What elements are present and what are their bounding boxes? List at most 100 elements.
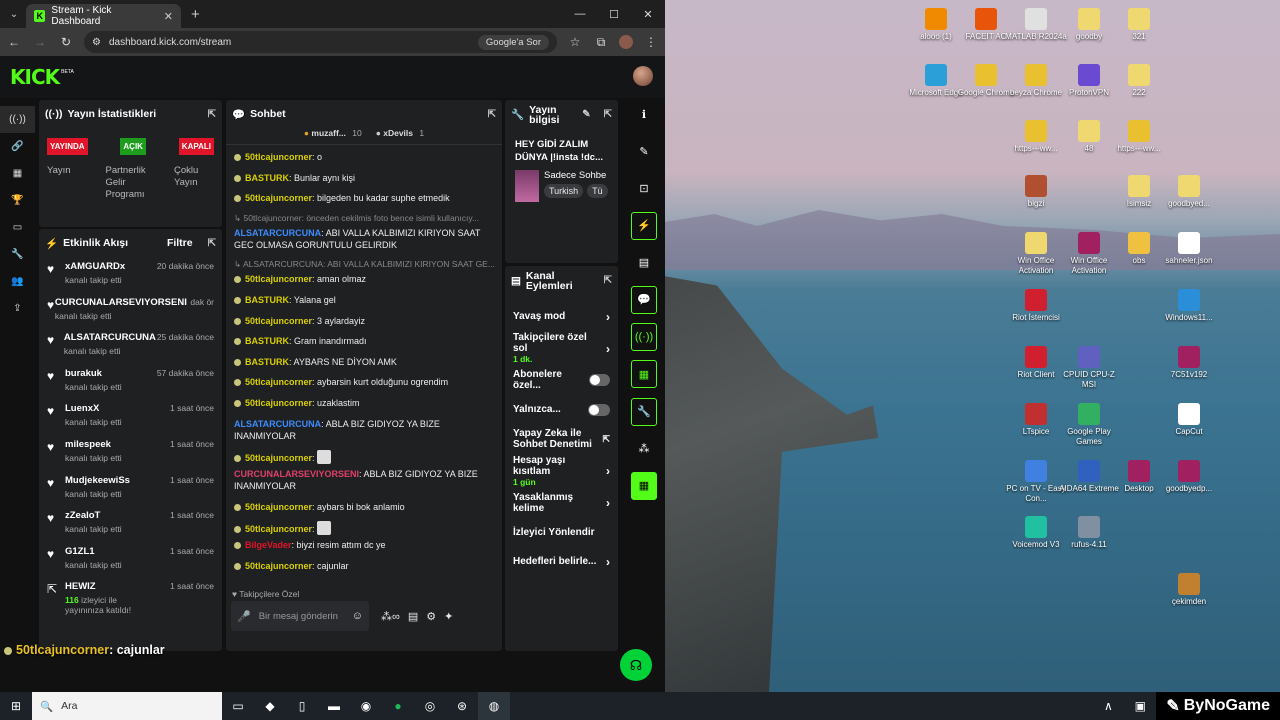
- toggle-switch[interactable]: [588, 374, 610, 387]
- site-info-icon[interactable]: ⚙: [92, 37, 101, 48]
- settings-icon[interactable]: ⚙: [426, 610, 436, 623]
- desktop-icon[interactable]: CapCut: [1158, 403, 1220, 437]
- filter-button[interactable]: Filtre: [167, 237, 193, 249]
- chat-username[interactable]: 50tlcajuncorner: [245, 193, 312, 203]
- chat-input[interactable]: 🎤 Bir mesaj gönderin ☺: [231, 601, 369, 631]
- store-icon[interactable]: ▤: [408, 610, 418, 623]
- badge-icon[interactable]: ✦: [444, 610, 453, 623]
- desktop-icon[interactable]: CPUID CPU-Z MSI: [1058, 346, 1120, 390]
- feed-user[interactable]: burakuk: [65, 368, 152, 379]
- chat-username[interactable]: 50tlcajuncorner: [245, 453, 312, 463]
- explorer-icon[interactable]: ▬: [318, 692, 350, 720]
- edit-icon[interactable]: ✎: [627, 137, 661, 165]
- chat-icon[interactable]: 💬: [631, 285, 657, 314]
- browser-tab[interactable]: K Stream - Kick Dashboard ✕: [26, 4, 181, 28]
- channel-action[interactable]: Abonelere özel...: [505, 366, 618, 396]
- nav-media-icon[interactable]: ▭: [0, 214, 35, 241]
- channel-action[interactable]: Yavaş mod ›: [505, 302, 618, 332]
- channel-action[interactable]: Hesap yaşı kısıtlam 1 gün ›: [505, 454, 618, 488]
- spotify-icon[interactable]: ●: [382, 692, 414, 720]
- chat-username[interactable]: 50tlcajuncorner: [245, 377, 312, 387]
- feed-user[interactable]: milespeek: [65, 439, 152, 450]
- feed-user[interactable]: HEWIZ: [65, 581, 152, 592]
- discord-icon[interactable]: ◉: [350, 692, 382, 720]
- desktop-icon[interactable]: goodbyed...: [1158, 175, 1220, 209]
- start-icon[interactable]: ⊞: [0, 692, 32, 720]
- feed-user[interactable]: LuenxX: [65, 403, 152, 414]
- nav-link-icon[interactable]: 🔗: [0, 133, 35, 160]
- steam-icon[interactable]: ⊛: [446, 692, 478, 720]
- channel-action[interactable]: Yalnızca...: [505, 395, 618, 425]
- desktop-icon[interactable]: sahneler.json: [1158, 232, 1220, 266]
- tag[interactable]: Turkish: [544, 184, 584, 198]
- tray-chevron-icon[interactable]: ∧: [1092, 692, 1124, 720]
- close-window-icon[interactable]: ✕: [631, 0, 665, 28]
- popout-icon[interactable]: ⇱: [488, 109, 496, 120]
- bookmark-star-icon[interactable]: ☆: [567, 35, 583, 49]
- feed-user[interactable]: xAMGUARDx: [65, 261, 152, 272]
- desktop-icon[interactable]: https---ww...: [1108, 120, 1170, 154]
- new-tab-icon[interactable]: +: [191, 6, 200, 23]
- tab-close-icon[interactable]: ✕: [164, 10, 173, 23]
- chat-username[interactable]: ALSATARCURCUNA: [234, 228, 321, 238]
- minimize-icon[interactable]: —: [563, 0, 597, 28]
- tools-rail-icon[interactable]: 🔧: [631, 397, 657, 426]
- taskbar-search[interactable]: 🔍 Ara: [32, 692, 222, 720]
- desktop-icon[interactable]: goodbyedp...: [1158, 460, 1220, 494]
- app-icon[interactable]: ◎: [414, 692, 446, 720]
- browser-menu-icon[interactable]: ⋮: [643, 35, 659, 49]
- chat-username[interactable]: BilgeVader: [245, 540, 292, 550]
- channel-action[interactable]: Takipçilere özel sol 1 dk. ›: [505, 332, 618, 366]
- user-avatar[interactable]: [633, 66, 653, 86]
- chat-username[interactable]: 50tlcajuncorner: [245, 316, 312, 326]
- desktop-icon[interactable]: çekimden: [1158, 573, 1220, 607]
- chat-username[interactable]: CURCUNALARSEVIYORSENI: [234, 469, 359, 479]
- back-icon[interactable]: ←: [6, 35, 22, 49]
- chat-tools-icon[interactable]: ⁂∞: [381, 610, 400, 623]
- channel-action[interactable]: Yasaklanmış kelime ›: [505, 488, 618, 518]
- popout-icon[interactable]: ⇱: [208, 109, 216, 120]
- nav-tools-icon[interactable]: 🔧: [0, 241, 35, 268]
- edit-icon[interactable]: ✎: [582, 110, 590, 120]
- nav-analytics-icon[interactable]: ▦: [0, 160, 35, 187]
- chat-username[interactable]: 50tlcajuncorner: [245, 502, 312, 512]
- dots-icon[interactable]: ⁂: [627, 435, 661, 463]
- tab-search-icon[interactable]: ⌄: [2, 3, 26, 25]
- chat-username[interactable]: 50tlcajuncorner: [245, 524, 312, 534]
- desktop-icon[interactable]: Google Play Games: [1058, 403, 1120, 447]
- chat-username[interactable]: BASTURK: [245, 357, 289, 367]
- nav-stream-icon[interactable]: ((·)): [0, 106, 35, 133]
- notepad-icon[interactable]: ▯: [286, 692, 318, 720]
- desktop-icon[interactable]: bigzi: [1005, 175, 1067, 209]
- tray-icon[interactable]: ▣: [1124, 692, 1156, 720]
- chat-username[interactable]: BASTURK: [245, 336, 289, 346]
- clip-icon[interactable]: ▦: [631, 471, 657, 500]
- toggle-switch[interactable]: [588, 403, 610, 416]
- forward-icon[interactable]: →: [32, 35, 48, 49]
- feed-user[interactable]: zZealoT: [65, 510, 152, 521]
- desktop-icon[interactable]: Windows11...: [1158, 289, 1220, 323]
- tag[interactable]: Tü: [587, 184, 608, 198]
- desktop-icon[interactable]: rufus-4.11: [1058, 516, 1120, 550]
- chrome-icon[interactable]: ◍: [478, 692, 510, 720]
- desktop-icon[interactable]: 222: [1108, 64, 1170, 98]
- kick-logo[interactable]: KICK: [10, 65, 60, 89]
- actions-rail-icon[interactable]: ▦: [631, 360, 657, 389]
- reload-icon[interactable]: ↻: [58, 35, 74, 49]
- broadcast-rail-icon[interactable]: ((·)): [631, 323, 657, 352]
- desktop-icon[interactable]: Riot İstemcisi: [1005, 289, 1067, 323]
- nav-users-icon[interactable]: 👥: [0, 268, 35, 295]
- channel-action[interactable]: Yapay Zeka ile Sohbet Denetimi ⇱: [505, 425, 618, 455]
- top-user[interactable]: muzaff...: [311, 128, 345, 138]
- task-view-icon[interactable]: ▭: [222, 692, 254, 720]
- emoji-icon[interactable]: ☺: [352, 610, 363, 622]
- extensions-icon[interactable]: ⧉: [593, 35, 609, 50]
- channel-action[interactable]: İzleyici Yönlendir: [505, 518, 618, 548]
- feed-user[interactable]: ALSATARCURCUNA: [64, 332, 156, 343]
- popout-icon[interactable]: ⇱: [208, 238, 216, 249]
- profile-avatar[interactable]: [619, 35, 633, 49]
- support-icon[interactable]: ☊: [620, 649, 652, 681]
- top-user[interactable]: xDevils: [383, 128, 413, 138]
- info-icon[interactable]: ℹ: [627, 100, 661, 128]
- nav-upload-icon[interactable]: ⇪: [0, 295, 35, 322]
